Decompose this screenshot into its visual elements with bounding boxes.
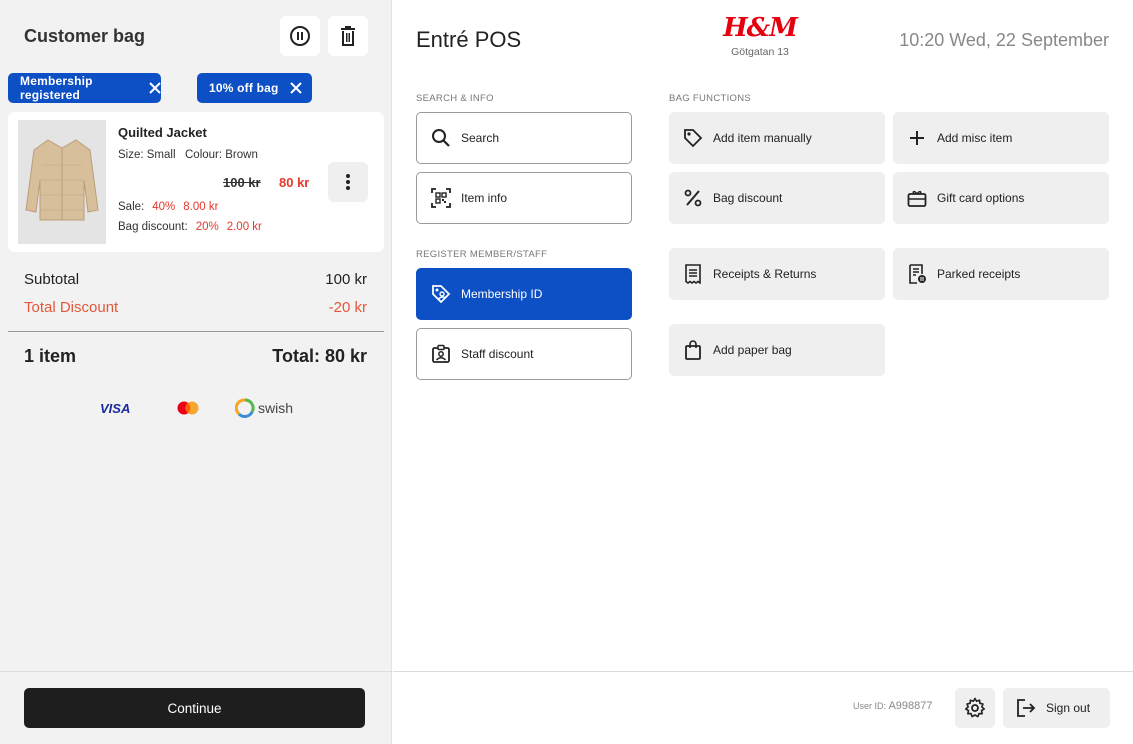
bag-total: Total: 80 kr (272, 346, 367, 366)
delete-bag-button[interactable] (328, 16, 368, 56)
staff-discount-button[interactable]: Staff discount (416, 328, 632, 380)
app-title: Entré POS (416, 27, 522, 52)
summary-divider (8, 331, 384, 332)
qr-scan-icon (431, 188, 451, 208)
total-discount-label: Total Discount (24, 299, 119, 316)
chip-bag-discount[interactable]: 10% off bag (197, 73, 312, 103)
pause-icon (290, 26, 310, 46)
add-paper-bag-button[interactable]: Add paper bag (669, 324, 885, 376)
bag-discount-button[interactable]: Bag discount (669, 172, 885, 224)
membership-id-button[interactable]: Membership ID (416, 268, 632, 320)
sale-percent: 40% (152, 201, 176, 213)
sign-out-icon (1016, 698, 1036, 718)
gift-card-options-button[interactable]: Gift card options (893, 172, 1109, 224)
bag-discount-percent: 20% (195, 221, 219, 233)
sale-discount-row: Sale: 40% 8.00 kr (118, 201, 218, 213)
visa-logo: VISA (100, 400, 131, 416)
mastercard-logo (177, 398, 199, 418)
search-button[interactable]: Search (416, 112, 632, 164)
bag-item-card[interactable]: Quilted Jacket Size: Small Colour: Brown… (8, 112, 384, 252)
parked-receipts-button[interactable]: Parked receipts (893, 248, 1109, 300)
item-count: 1 item (24, 346, 77, 366)
section-search-info: SEARCH & INFO (416, 93, 494, 104)
chip-membership[interactable]: Membership registered (8, 73, 161, 103)
receipt-icon (683, 264, 703, 284)
sign-out-button[interactable]: Sign out (1003, 688, 1110, 728)
close-icon[interactable] (289, 81, 303, 95)
more-vertical-icon (346, 174, 350, 190)
settings-button[interactable] (955, 688, 995, 728)
item-options-button[interactable] (328, 162, 368, 202)
pause-button[interactable] (280, 16, 320, 56)
item-name: Quilted Jacket (118, 125, 207, 140)
item-size: Size: Small (118, 149, 176, 161)
bag-discount-amount: 2.00 kr (226, 221, 262, 233)
close-icon[interactable] (149, 81, 161, 95)
receipts-returns-button[interactable]: Receipts & Returns (669, 248, 885, 300)
user-id: User ID: A998877 (853, 700, 933, 712)
sale-label: Sale: (118, 201, 145, 213)
left-footer-divider (0, 671, 392, 672)
subtotal-label: Subtotal (24, 271, 80, 288)
item-info-button[interactable]: Item info (416, 172, 632, 224)
item-colour: Colour: Brown (185, 149, 258, 161)
section-bag-functions: BAG FUNCTIONS (669, 93, 752, 104)
plus-icon (907, 128, 927, 148)
pos-screen: Customer bag Membership registered 10% o… (0, 0, 1133, 744)
tag-icon (683, 128, 703, 148)
trash-icon (341, 26, 355, 46)
datetime: 10:20 Wed, 22 September (899, 30, 1109, 50)
discounted-price: 80 kr (279, 175, 310, 190)
add-misc-item-button[interactable]: Add misc item (893, 112, 1109, 164)
member-tag-icon (431, 284, 451, 304)
swish-logo: swish (235, 398, 293, 418)
add-item-manually-button[interactable]: Add item manually (669, 112, 885, 164)
subtotal-value: 100 kr (325, 271, 367, 288)
chip-label: 10% off bag (209, 81, 279, 95)
bag-discount-row: Bag discount: 20% 2.00 kr (118, 221, 262, 233)
original-price: 100 kr (223, 175, 261, 190)
customer-bag-panel: Customer bag Membership registered 10% o… (0, 0, 392, 744)
continue-button[interactable]: Continue (24, 688, 365, 728)
bag-title: Customer bag (24, 26, 146, 46)
hm-logo: H&M (723, 13, 798, 43)
percent-icon (683, 188, 703, 208)
total-discount-value: -20 kr (328, 299, 367, 316)
store-logo: H&M Götgatan 13 (720, 12, 800, 58)
sale-amount: 8.00 kr (183, 201, 219, 213)
bag-discount-label: Bag discount: (118, 221, 188, 233)
gift-card-icon (907, 188, 927, 208)
section-register: REGISTER MEMBER/STAFF (416, 249, 548, 260)
product-image (18, 120, 106, 244)
staff-badge-icon (431, 344, 451, 364)
store-name: Götgatan 13 (731, 46, 789, 58)
right-footer-divider (393, 671, 1133, 672)
parked-receipt-icon (907, 264, 927, 284)
gear-icon (965, 697, 985, 718)
search-icon (431, 128, 451, 148)
chip-label: Membership registered (20, 74, 93, 102)
shopping-bag-icon (683, 340, 703, 360)
